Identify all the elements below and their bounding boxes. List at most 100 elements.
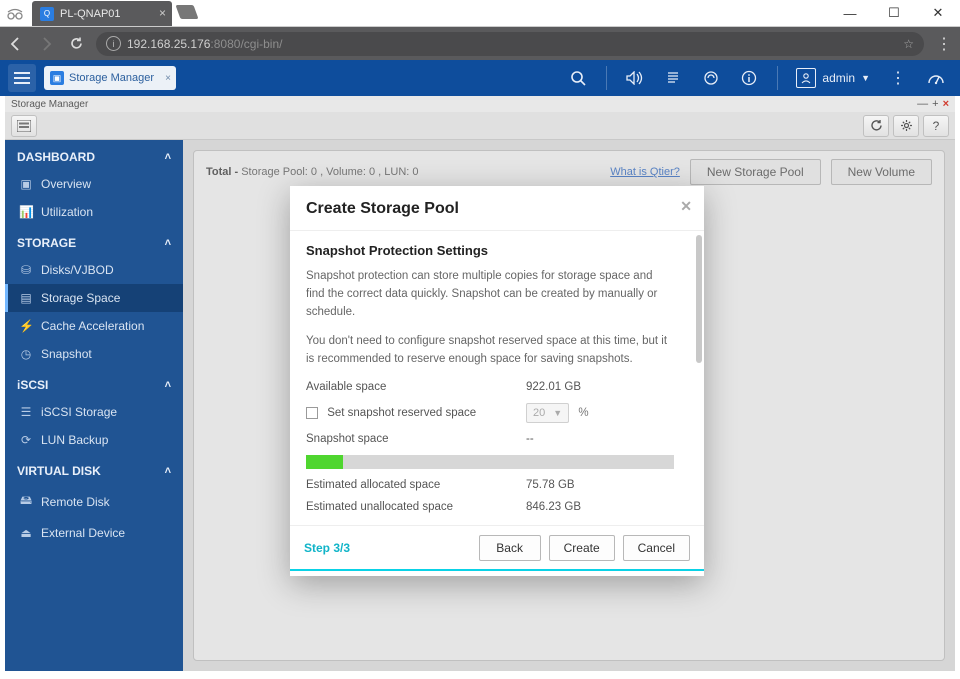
snapshot-icon: ◷ (19, 347, 33, 361)
new-tab-button[interactable] (175, 5, 198, 19)
dashboard-icon[interactable] (926, 68, 946, 88)
search-icon[interactable] (568, 68, 588, 88)
sidebar: DASHBOARD˄ ▣Overview 📊Utilization STORAG… (5, 140, 183, 671)
reserved-percent-select[interactable]: 20▼ (526, 403, 569, 423)
sidebar-item-disks[interactable]: ⛁Disks/VJBOD (5, 256, 183, 284)
sidebar-item-overview[interactable]: ▣Overview (5, 170, 183, 198)
qnap-favicon: Q (40, 7, 54, 21)
window-maximize-button[interactable]: ☐ (872, 0, 916, 26)
step-indicator: Step 3/3 (304, 541, 350, 555)
chevron-up-icon: ˄ (165, 379, 171, 391)
overview-icon: ▣ (19, 177, 33, 191)
chevron-down-icon: ▼ (861, 73, 870, 83)
user-menu[interactable]: admin ▼ (796, 68, 870, 88)
nav-forward-button[interactable] (36, 34, 56, 54)
refresh-button[interactable] (863, 115, 889, 137)
est-unallocated-label: Estimated unallocated space (306, 501, 526, 513)
est-unallocated-value: 846.23 GB (526, 501, 581, 513)
est-allocated-value: 75.78 GB (526, 479, 575, 491)
toolbar: ? (5, 112, 955, 140)
sidebar-item-storage-space[interactable]: ▤Storage Space (5, 284, 183, 312)
space-bar-fill (306, 455, 343, 469)
nav-back-button[interactable] (6, 34, 26, 54)
sidebar-item-iscsi-storage[interactable]: ☰iSCSI Storage (5, 398, 183, 426)
percent-label: % (578, 407, 588, 419)
qts-top-bar: ▣ Storage Manager × admin ▼ ⋮ (0, 60, 960, 96)
create-button[interactable]: Create (549, 535, 615, 561)
volume-icon[interactable] (625, 68, 645, 88)
set-reserved-label: Set snapshot reserved space (327, 407, 476, 419)
cache-icon: ⚡ (19, 319, 33, 333)
window-close-icon[interactable]: × (943, 98, 949, 110)
dialog-accent-strip (290, 569, 704, 571)
nav-reload-button[interactable] (66, 34, 86, 54)
chart-icon: 📊 (19, 205, 33, 219)
description-1: Snapshot protection can store multiple c… (306, 268, 696, 321)
dialog-close-icon[interactable]: ✕ (680, 198, 692, 215)
section-heading: Snapshot Protection Settings (306, 243, 696, 258)
chevron-up-icon: ˄ (165, 465, 171, 477)
url-text: 192.168.25.176:8080/cgi-bin/ (127, 37, 282, 51)
bookmark-star-icon[interactable]: ☆ (903, 37, 914, 51)
iscsi-icon: ☰ (19, 405, 33, 419)
dialog-title: Create Storage Pool (306, 200, 459, 217)
app-chip-storage-manager[interactable]: ▣ Storage Manager × (44, 66, 176, 90)
sidebar-item-cache[interactable]: ⚡Cache Acceleration (5, 312, 183, 340)
app-chip-close-icon[interactable]: × (165, 73, 171, 84)
settings-gear-button[interactable] (893, 115, 919, 137)
tab-close-icon[interactable]: × (159, 6, 166, 20)
sidebar-group-storage[interactable]: STORAGE˄ (5, 226, 183, 256)
window-close-button[interactable]: ✕ (916, 0, 960, 26)
disk-icon: ⛁ (19, 263, 33, 277)
chevron-down-icon: ▼ (553, 408, 562, 418)
sidebar-group-iscsi[interactable]: iSCSI˄ (5, 368, 183, 398)
address-bar[interactable]: i 192.168.25.176:8080/cgi-bin/ ☆ (96, 32, 924, 56)
scrollbar[interactable] (696, 235, 702, 363)
sidebar-item-external-device[interactable]: ⏏External Device (5, 519, 183, 547)
available-space-label: Available space (306, 381, 526, 393)
storage-icon: ▤ (19, 291, 33, 305)
user-icon (796, 68, 816, 88)
tab-title: PL-QNAP01 (60, 8, 121, 20)
snapshot-space-value: -- (526, 433, 534, 445)
info-icon[interactable] (739, 68, 759, 88)
more-icon[interactable]: ⋮ (888, 68, 908, 88)
sidebar-item-lun-backup[interactable]: ⟳LUN Backup (5, 426, 183, 454)
incognito-icon (4, 3, 26, 25)
browser-chrome: Q PL-QNAP01 × — ☐ ✕ i 192.168.25.176:808… (0, 0, 960, 60)
window-minimize-button[interactable]: — (828, 0, 872, 26)
description-2: You don't need to configure snapshot res… (306, 333, 696, 369)
menu-button[interactable] (8, 64, 36, 92)
site-info-icon[interactable]: i (106, 36, 121, 51)
space-bar (306, 455, 674, 469)
browser-menu-button[interactable]: ⋮ (934, 34, 954, 54)
set-reserved-checkbox[interactable] (306, 407, 318, 419)
snapshot-space-label: Snapshot space (306, 433, 526, 445)
usb-icon: ⏏ (19, 526, 33, 540)
storage-manager-window: Storage Manager — + × ? DASHBOARD˄ ▣Over… (5, 96, 955, 671)
chevron-up-icon: ˄ (165, 237, 171, 249)
overview-icon-button[interactable] (11, 115, 37, 137)
sidebar-item-snapshot[interactable]: ◷Snapshot (5, 340, 183, 368)
chevron-up-icon: ˄ (165, 151, 171, 163)
sidebar-group-virtual-disk[interactable]: VIRTUAL DISK˄ (5, 454, 183, 484)
remote-disk-icon: 🖴 (19, 491, 33, 512)
est-allocated-label: Estimated allocated space (306, 479, 526, 491)
back-button[interactable]: Back (479, 535, 541, 561)
sidebar-group-dashboard[interactable]: DASHBOARD˄ (5, 140, 183, 170)
window-min-icon[interactable]: — (917, 98, 928, 110)
window-title: Storage Manager (11, 99, 88, 110)
sidebar-item-utilization[interactable]: 📊Utilization (5, 198, 183, 226)
browser-tab[interactable]: Q PL-QNAP01 × (32, 1, 172, 26)
sidebar-item-remote-disk[interactable]: 🖴Remote Disk (5, 484, 183, 519)
user-name: admin (822, 71, 855, 85)
available-space-value: 922.01 GB (526, 381, 581, 393)
create-storage-pool-dialog: Create Storage Pool ✕ Snapshot Protectio… (290, 186, 704, 576)
cancel-button[interactable]: Cancel (623, 535, 690, 561)
background-tasks-icon[interactable] (663, 68, 683, 88)
devices-icon[interactable] (701, 68, 721, 88)
help-button[interactable]: ? (923, 115, 949, 137)
app-chip-label: Storage Manager (69, 72, 154, 84)
note-text: Note: If Snapshot Space Reservation is d… (306, 523, 696, 525)
window-max-icon[interactable]: + (932, 98, 938, 110)
